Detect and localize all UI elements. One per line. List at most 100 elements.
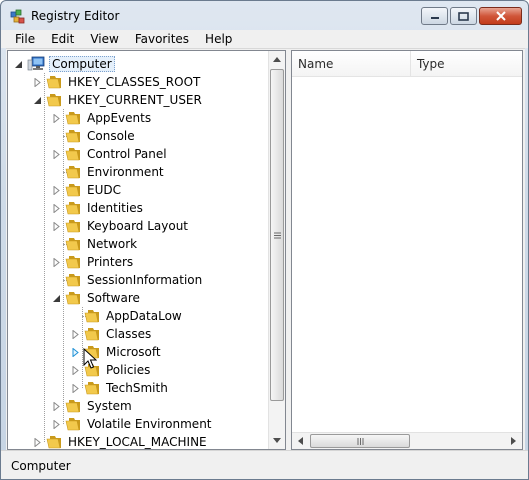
tree-node-identities[interactable]: Identities bbox=[52, 199, 145, 217]
tree-node-expander[interactable] bbox=[52, 257, 61, 267]
tree-node-network[interactable]: Network bbox=[52, 235, 139, 253]
title-bar[interactable]: Registry Editor bbox=[1, 1, 528, 31]
folder-icon bbox=[65, 112, 80, 125]
tree-node-label: AppDataLow bbox=[106, 309, 182, 323]
minimize-icon bbox=[430, 17, 439, 19]
tree-node-keyboard-layout[interactable]: Keyboard Layout bbox=[52, 217, 190, 235]
tree-node-expander[interactable] bbox=[52, 221, 61, 231]
tree-node-volatile-environment[interactable]: Volatile Environment bbox=[52, 415, 214, 433]
tree-node-eudc[interactable]: EUDC bbox=[52, 181, 123, 199]
tree-node-environment[interactable]: Environment bbox=[52, 163, 166, 181]
tree-node-label: Software bbox=[87, 291, 140, 305]
menu-favorites[interactable]: Favorites bbox=[127, 32, 197, 46]
computer-icon bbox=[27, 56, 45, 72]
collapsed-arrow-icon bbox=[34, 437, 41, 447]
status-bar: Computer bbox=[1, 450, 528, 479]
tree-node-classes[interactable]: Classes bbox=[71, 325, 153, 343]
tree-node-expander[interactable] bbox=[71, 347, 80, 357]
tree-node-label: System bbox=[87, 399, 132, 413]
tree-node-appevents[interactable]: AppEvents bbox=[52, 109, 153, 127]
collapsed-arrow-icon bbox=[53, 113, 60, 123]
tree-node-expander[interactable] bbox=[71, 365, 80, 375]
scroll-right-button[interactable] bbox=[505, 433, 522, 449]
status-text: Computer bbox=[11, 459, 71, 473]
tree-node-techsmith[interactable]: TechSmith bbox=[71, 379, 170, 397]
collapsed-arrow-icon bbox=[34, 77, 41, 87]
scroll-down-button[interactable] bbox=[269, 432, 285, 449]
tree-node-software[interactable]: Software bbox=[52, 289, 142, 307]
folder-icon bbox=[65, 219, 81, 233]
tree-node-expander[interactable] bbox=[52, 185, 61, 195]
scroll-up-button[interactable] bbox=[269, 51, 285, 68]
tree-node-sessioninformation[interactable]: SessionInformation bbox=[52, 271, 204, 289]
collapsed-arrow-icon bbox=[53, 221, 60, 231]
tree-node-label: Printers bbox=[87, 255, 134, 269]
expanded-arrow-icon bbox=[53, 294, 60, 302]
tree-node-console[interactable]: Console bbox=[52, 127, 137, 145]
tree-node-expander[interactable] bbox=[33, 96, 42, 105]
tree-node-expander bbox=[52, 132, 61, 141]
tree-node-expander[interactable] bbox=[52, 149, 61, 159]
close-button[interactable] bbox=[479, 7, 522, 25]
tree-node-hkey-current-user[interactable]: HKEY_CURRENT_USER bbox=[33, 91, 204, 109]
tree-node-computer[interactable]: Computer bbox=[14, 55, 115, 73]
tree-node-expander[interactable] bbox=[71, 329, 80, 339]
tree-node-expander[interactable] bbox=[52, 419, 61, 429]
folder-icon bbox=[65, 147, 81, 161]
registry-editor-window: Registry Editor File Edit View Favorites… bbox=[0, 0, 529, 480]
tree-node-label: EUDC bbox=[87, 183, 121, 197]
menu-view[interactable]: View bbox=[82, 32, 126, 46]
folder-icon bbox=[65, 256, 80, 269]
minimize-button[interactable] bbox=[421, 7, 448, 25]
values-list-pane[interactable]: Name Type bbox=[291, 50, 523, 450]
folder-icon bbox=[65, 165, 81, 179]
tree-node-label: Policies bbox=[106, 363, 151, 377]
column-type-header[interactable]: Type bbox=[411, 51, 522, 77]
tree-node-system[interactable]: System bbox=[52, 397, 134, 415]
folder-icon bbox=[65, 292, 80, 305]
folder-icon bbox=[65, 400, 80, 413]
tree-node-expander[interactable] bbox=[71, 383, 80, 393]
tree-node-expander[interactable] bbox=[14, 60, 23, 69]
folder-icon bbox=[65, 255, 81, 269]
tree-node-printers[interactable]: Printers bbox=[52, 253, 135, 271]
tree-node-appdatalow[interactable]: AppDataLow bbox=[71, 307, 184, 325]
column-name-header[interactable]: Name bbox=[292, 51, 411, 77]
folder-icon bbox=[46, 94, 61, 107]
tree-node-label: AppEvents bbox=[87, 111, 152, 125]
tree-node-label: HKEY_LOCAL_MACHINE bbox=[68, 435, 207, 449]
collapsed-arrow-icon bbox=[72, 329, 79, 339]
list-header: Name Type bbox=[292, 51, 522, 77]
scroll-left-button[interactable] bbox=[292, 433, 309, 449]
tree-node-label: SessionInformation bbox=[87, 273, 203, 287]
menu-help[interactable]: Help bbox=[197, 32, 240, 46]
tree-node-expander[interactable] bbox=[52, 113, 61, 123]
maximize-button[interactable] bbox=[450, 7, 477, 25]
tree-pane[interactable]: Computer HKEY_CLASSES_ROOT HKEY_CURRENT_US… bbox=[7, 50, 286, 450]
folder-icon bbox=[65, 111, 81, 125]
tree-node-hkey-classes-root[interactable]: HKEY_CLASSES_ROOT bbox=[33, 73, 202, 91]
tree-node-control-panel[interactable]: Control Panel bbox=[52, 145, 169, 163]
tree-node-hkey-local-machine[interactable]: HKEY_LOCAL_MACHINE bbox=[33, 433, 209, 449]
tree-node-expander[interactable] bbox=[52, 294, 61, 303]
tree-node-label: Identities bbox=[87, 201, 143, 215]
tree-node-expander[interactable] bbox=[52, 203, 61, 213]
tree-node-expander bbox=[71, 312, 80, 321]
tree-node-expander[interactable] bbox=[33, 437, 42, 447]
list-horizontal-scroll-thumb[interactable] bbox=[310, 434, 410, 448]
tree-node-expander[interactable] bbox=[52, 401, 61, 411]
menu-edit[interactable]: Edit bbox=[43, 32, 82, 46]
tree-vertical-scroll-thumb[interactable] bbox=[270, 69, 284, 401]
tree-vertical-scrollbar[interactable] bbox=[268, 51, 285, 449]
list-horizontal-scrollbar[interactable] bbox=[292, 432, 522, 449]
folder-icon bbox=[65, 274, 80, 287]
tree-node-label: Volatile Environment bbox=[87, 417, 212, 431]
folder-icon bbox=[65, 201, 81, 215]
tree-node-label: Microsoft bbox=[106, 345, 161, 359]
tree-node-expander[interactable] bbox=[33, 77, 42, 87]
tree-node-label: Network bbox=[87, 237, 138, 251]
menu-file[interactable]: File bbox=[7, 32, 43, 46]
collapsed-arrow-icon bbox=[53, 203, 60, 213]
folder-icon bbox=[46, 76, 61, 89]
tree-guide-line bbox=[44, 73, 45, 442]
